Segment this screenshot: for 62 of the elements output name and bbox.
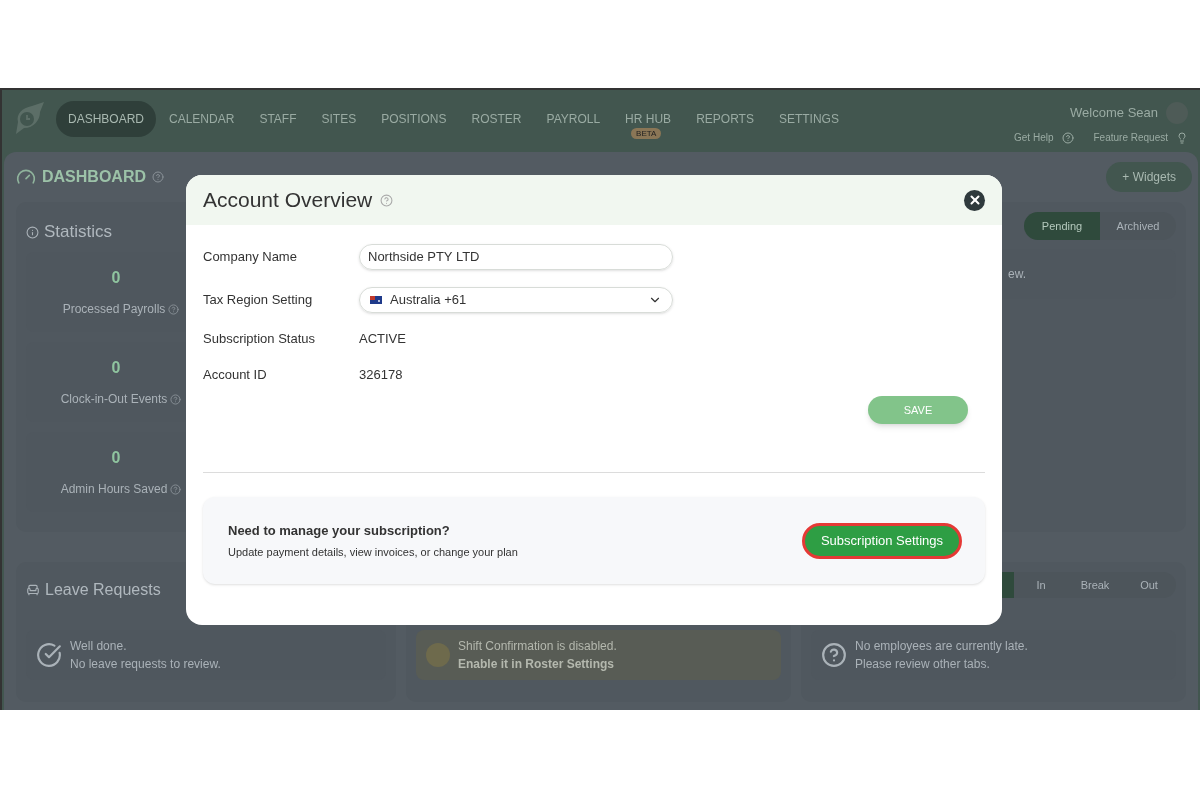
stat-value: 0 [111, 448, 121, 468]
dashboard-title: DASHBOARD [42, 167, 146, 187]
message-text: No employees are currently late. [855, 638, 1028, 655]
check-circle-icon [36, 642, 62, 668]
subscription-description: Update payment details, view invoices, or change your plan [228, 545, 519, 560]
stat-label: Clock-in-Out Events [60, 391, 168, 408]
field-label: Subscription Status [203, 330, 316, 349]
status-tab[interactable]: Break [1068, 572, 1122, 598]
nav-tab[interactable]: PAYROLL [534, 101, 613, 137]
nav-tab[interactable]: SITES [309, 101, 369, 137]
help-icon [152, 171, 164, 183]
question-circle-icon [821, 642, 847, 668]
roster-settings-link[interactable]: Enable it in Roster Settings [458, 655, 617, 673]
warning-text: Shift Confirmation is disabled. [458, 638, 617, 655]
save-button[interactable]: SAVE [868, 396, 968, 424]
flag-icon [370, 295, 382, 304]
subscription-settings-button[interactable]: Subscription Settings [802, 522, 962, 559]
empty-state-text: ew. [1008, 266, 1026, 283]
field-value: ACTIVE [359, 330, 406, 349]
stat-value: 0 [111, 268, 121, 288]
help-icon [168, 303, 180, 315]
beta-badge: BETA [631, 128, 662, 139]
help-icon[interactable] [380, 193, 394, 207]
field-value: 326178 [359, 366, 403, 385]
feature-request-link[interactable]: Feature Request [1093, 130, 1168, 145]
status-tab[interactable]: Out [1122, 572, 1176, 598]
close-icon [967, 193, 982, 207]
leave-requests-title: Leave Requests [45, 580, 161, 600]
help-icon [1061, 131, 1074, 144]
lightbulb-icon [1176, 131, 1188, 144]
message-text: No leave requests to review. [70, 656, 221, 673]
nav-tab[interactable]: STAFF [247, 101, 309, 137]
message-text: Please review other tabs. [855, 656, 991, 673]
subscription-heading: Need to manage your subscription? [228, 521, 451, 540]
chair-icon [26, 583, 40, 597]
nav-tab[interactable]: REPORTS [684, 101, 766, 137]
nav-tab[interactable]: CALENDAR [157, 101, 247, 137]
status-tab[interactable]: In [1014, 572, 1068, 598]
widgets-button[interactable]: + Widgets [1106, 162, 1192, 192]
field-label: Account ID [203, 366, 268, 385]
info-icon [26, 225, 39, 239]
field-label: Tax Region Setting [203, 290, 314, 309]
message-text: Well done. [70, 638, 128, 655]
help-icon [170, 393, 182, 405]
company-name-field[interactable]: Northside PTY LTD [359, 243, 673, 270]
gauge-icon [16, 167, 36, 187]
status-tab[interactable]: Pending [1024, 212, 1100, 240]
nav-tab[interactable]: POSITIONS [369, 101, 459, 137]
welcome-text: Welcome Sean [1070, 104, 1158, 123]
stat-label: Admin Hours Saved [60, 481, 168, 498]
stat-value: 0 [111, 358, 121, 378]
help-icon [170, 483, 182, 495]
get-help-link[interactable]: Get Help [1014, 130, 1054, 145]
status-tab[interactable]: Archived [1100, 212, 1176, 240]
close-button[interactable] [964, 189, 985, 211]
dialog-title: Account Overview [203, 187, 373, 214]
nav-tab[interactable]: DASHBOARD [56, 101, 156, 137]
statistics-title: Statistics [44, 221, 113, 244]
stat-label: Processed Payrolls [62, 301, 166, 318]
field-label: Company Name [203, 247, 298, 266]
nav-tab[interactable]: ROSTER [459, 101, 534, 137]
nav-tab[interactable]: SETTINGS [766, 101, 851, 137]
